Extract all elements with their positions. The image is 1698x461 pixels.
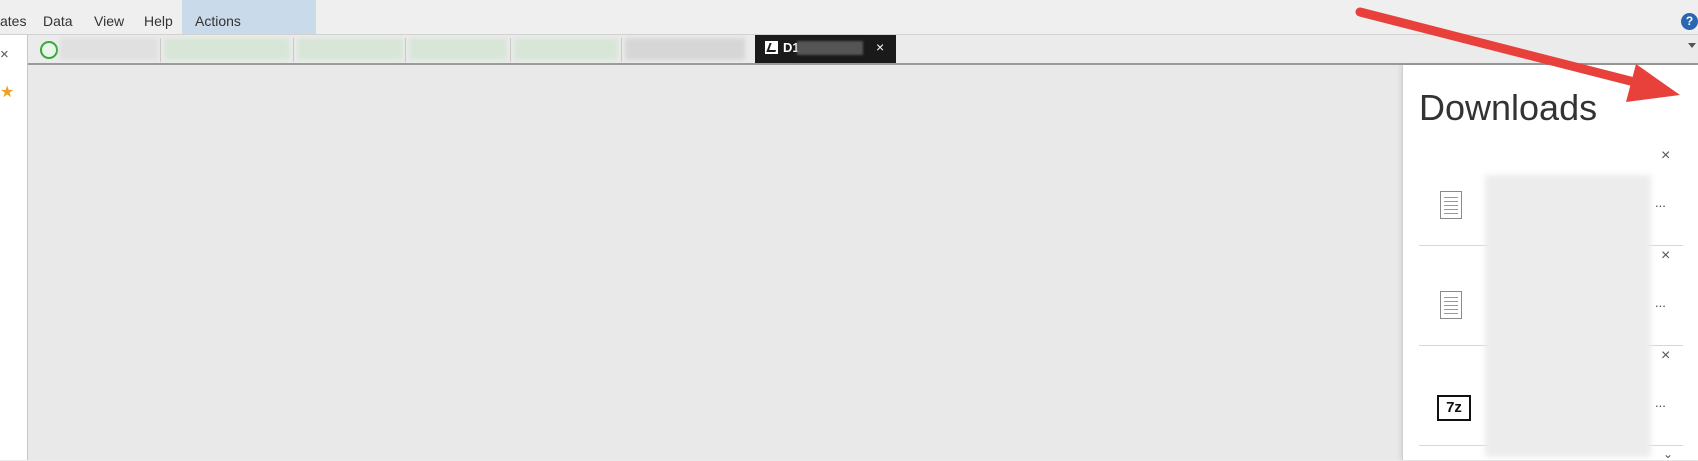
menu-item-actions[interactable]: Actions bbox=[195, 13, 241, 29]
tab-list-dropdown-icon[interactable] bbox=[1688, 43, 1696, 48]
checkbox-icon bbox=[765, 41, 778, 54]
tab-divider bbox=[621, 38, 622, 62]
download-names-redacted bbox=[1485, 175, 1651, 457]
tab-active[interactable]: D1 × bbox=[755, 35, 896, 63]
download-item-ellipsis: ... bbox=[1655, 395, 1666, 410]
tab-divider bbox=[510, 38, 511, 62]
tab-divider bbox=[293, 38, 294, 62]
menu-item-view[interactable]: View bbox=[94, 13, 124, 29]
help-icon[interactable]: ? bbox=[1681, 13, 1698, 30]
download-item-close-icon[interactable]: × bbox=[1661, 247, 1670, 265]
tab-close-icon[interactable]: × bbox=[876, 39, 884, 55]
menu-item-help[interactable]: Help bbox=[144, 13, 173, 29]
tab-divider bbox=[160, 38, 161, 62]
downloads-title: Downloads bbox=[1419, 87, 1598, 128]
tab-redacted-2[interactable] bbox=[164, 38, 290, 60]
menu-item-templates[interactable]: ates bbox=[0, 13, 26, 29]
download-item-close-icon[interactable]: × bbox=[1661, 347, 1670, 365]
star-icon[interactable]: ★ bbox=[0, 82, 14, 102]
download-item-close-icon[interactable]: × bbox=[1661, 147, 1670, 165]
7z-archive-icon: 7z bbox=[1437, 395, 1471, 421]
document-icon bbox=[1440, 191, 1462, 219]
download-item-ellipsis: ... bbox=[1655, 295, 1666, 310]
refresh-icon[interactable] bbox=[40, 41, 58, 59]
tab-redacted-6[interactable] bbox=[625, 38, 745, 60]
menu-item-data[interactable]: Data bbox=[43, 13, 73, 29]
download-item-ellipsis: ... bbox=[1655, 195, 1666, 210]
tab-redacted-5[interactable] bbox=[514, 38, 618, 60]
downloads-panel: Downloads × ... × ... × 7z ... ⌄ bbox=[1402, 65, 1698, 461]
tab-active-redacted bbox=[797, 41, 863, 55]
tab-redacted-4[interactable] bbox=[409, 38, 507, 60]
tab-redacted-1[interactable] bbox=[60, 38, 158, 60]
chevron-down-icon[interactable]: ⌄ bbox=[1663, 447, 1673, 461]
menu-bar: ates Data View Help Actions ? bbox=[0, 0, 1698, 35]
main-content-area bbox=[28, 65, 1402, 460]
tab-divider bbox=[405, 38, 406, 62]
tab-redacted-3[interactable] bbox=[297, 38, 403, 60]
document-icon bbox=[1440, 291, 1462, 319]
close-icon[interactable]: × bbox=[0, 46, 9, 63]
